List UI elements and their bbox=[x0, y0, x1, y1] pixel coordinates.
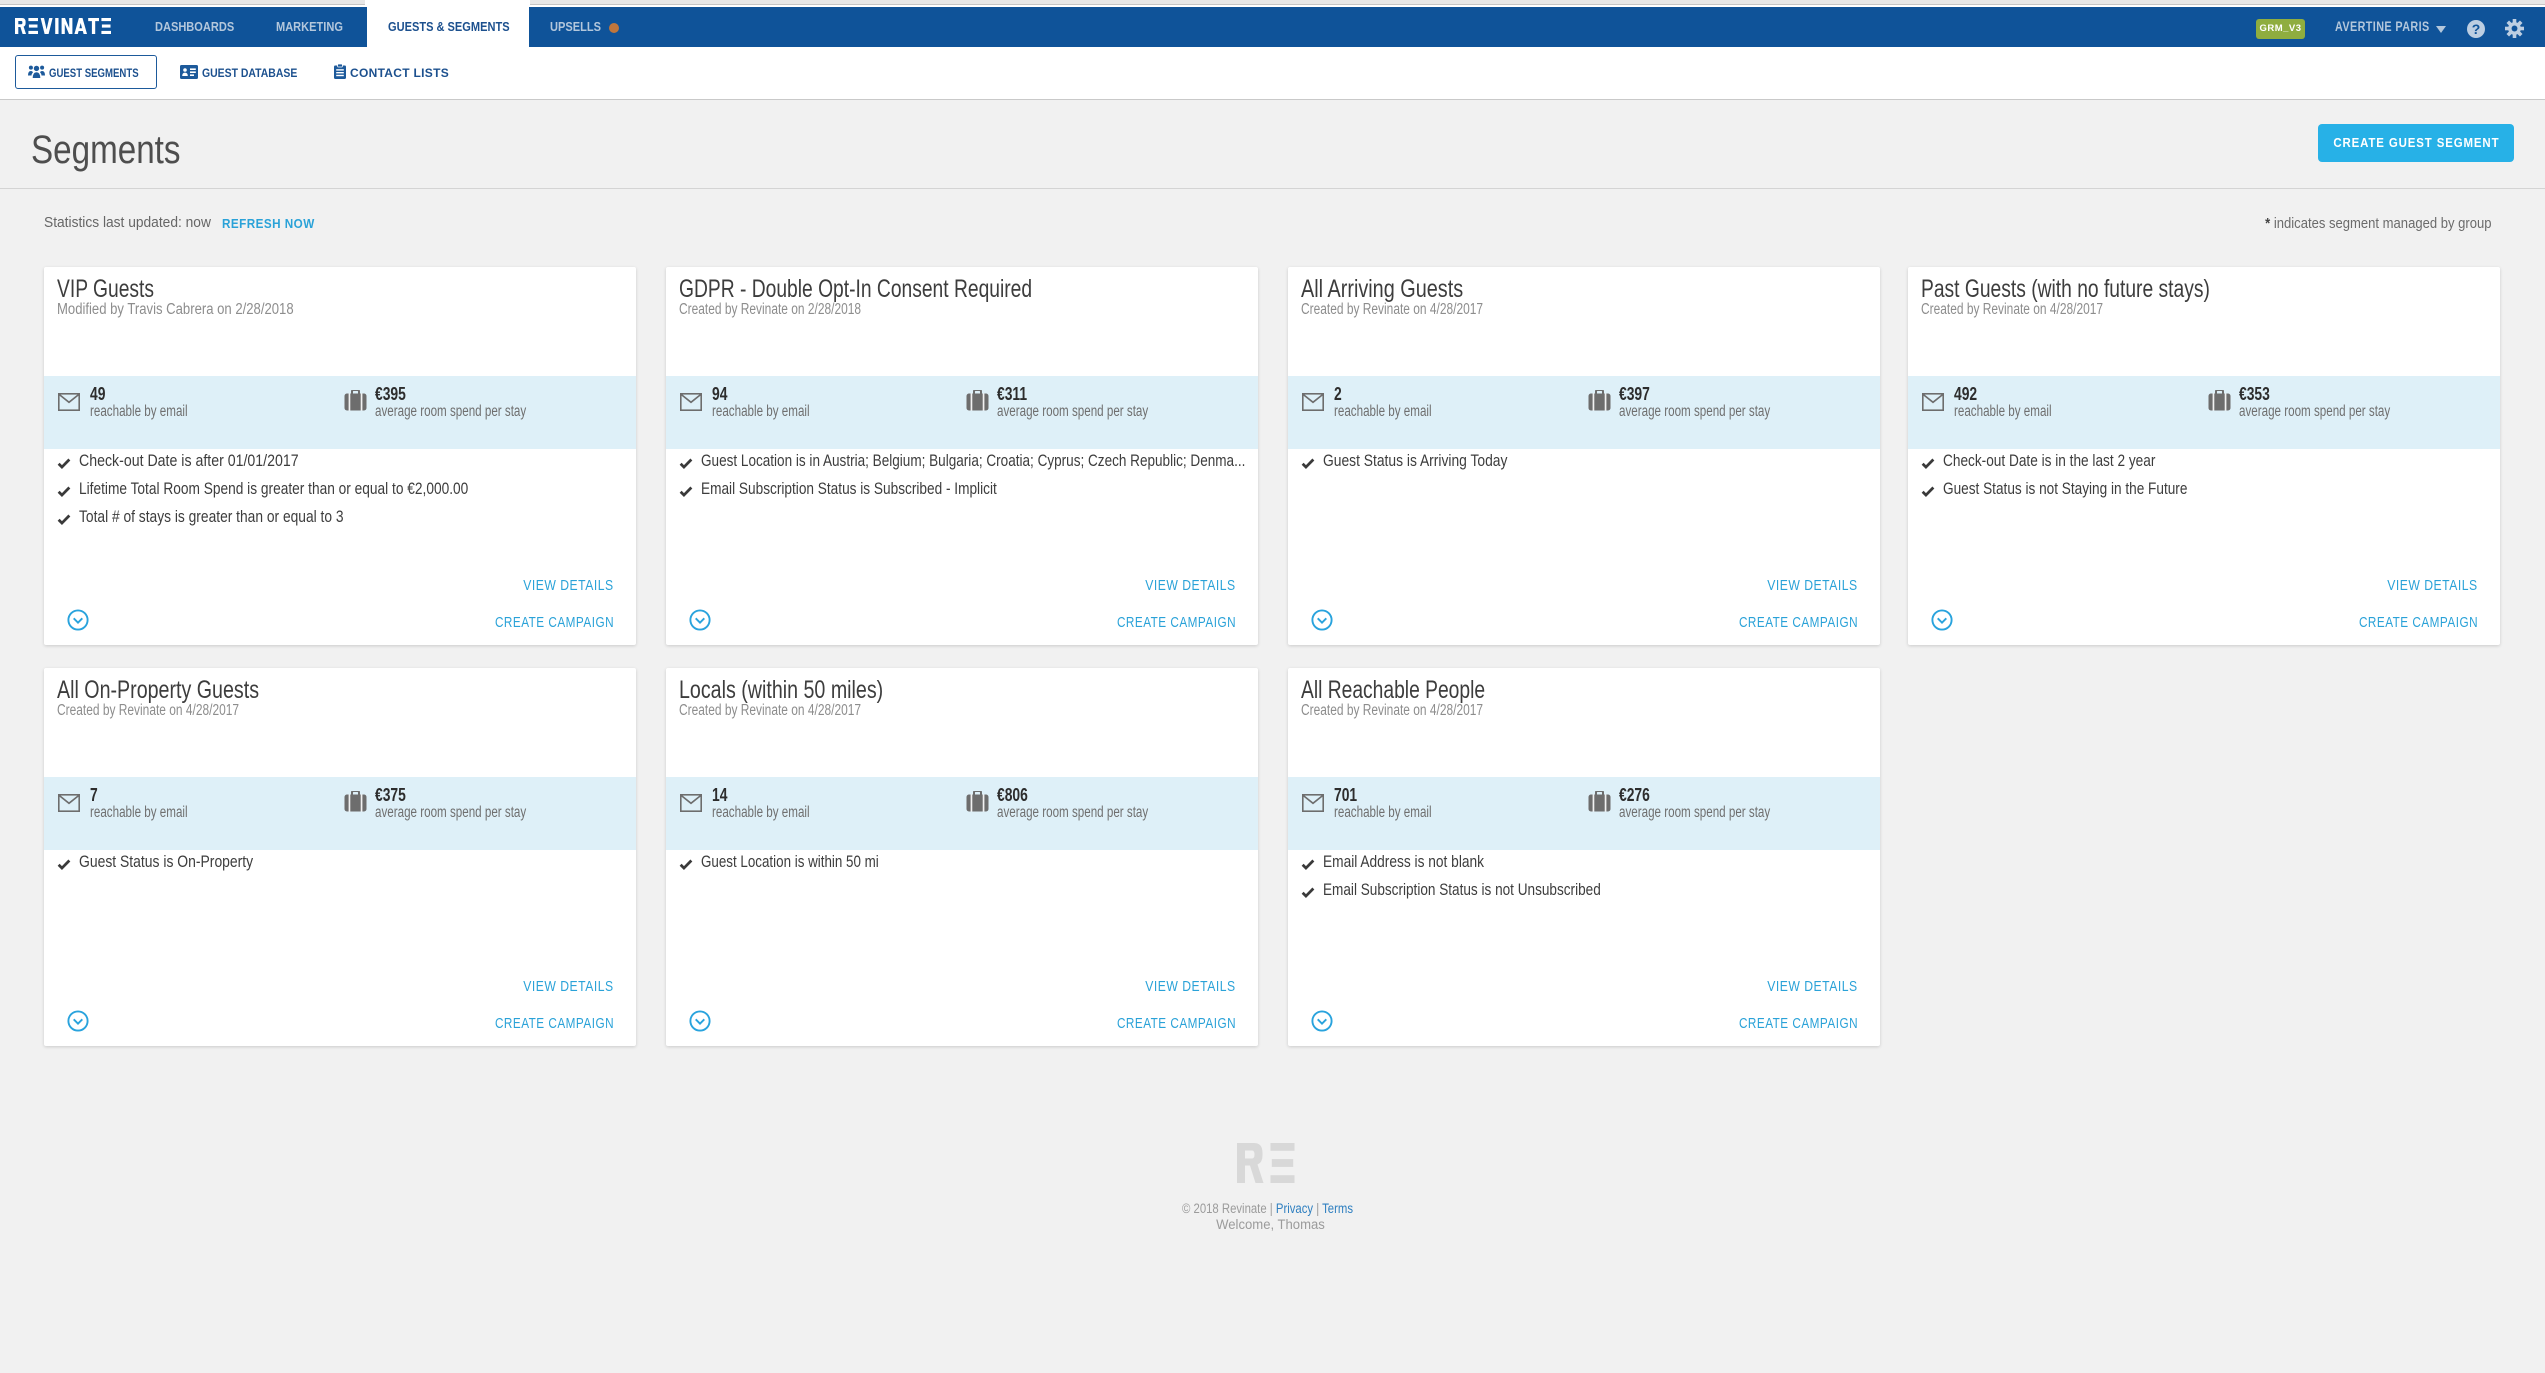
svg-text:?: ? bbox=[2472, 21, 2481, 37]
